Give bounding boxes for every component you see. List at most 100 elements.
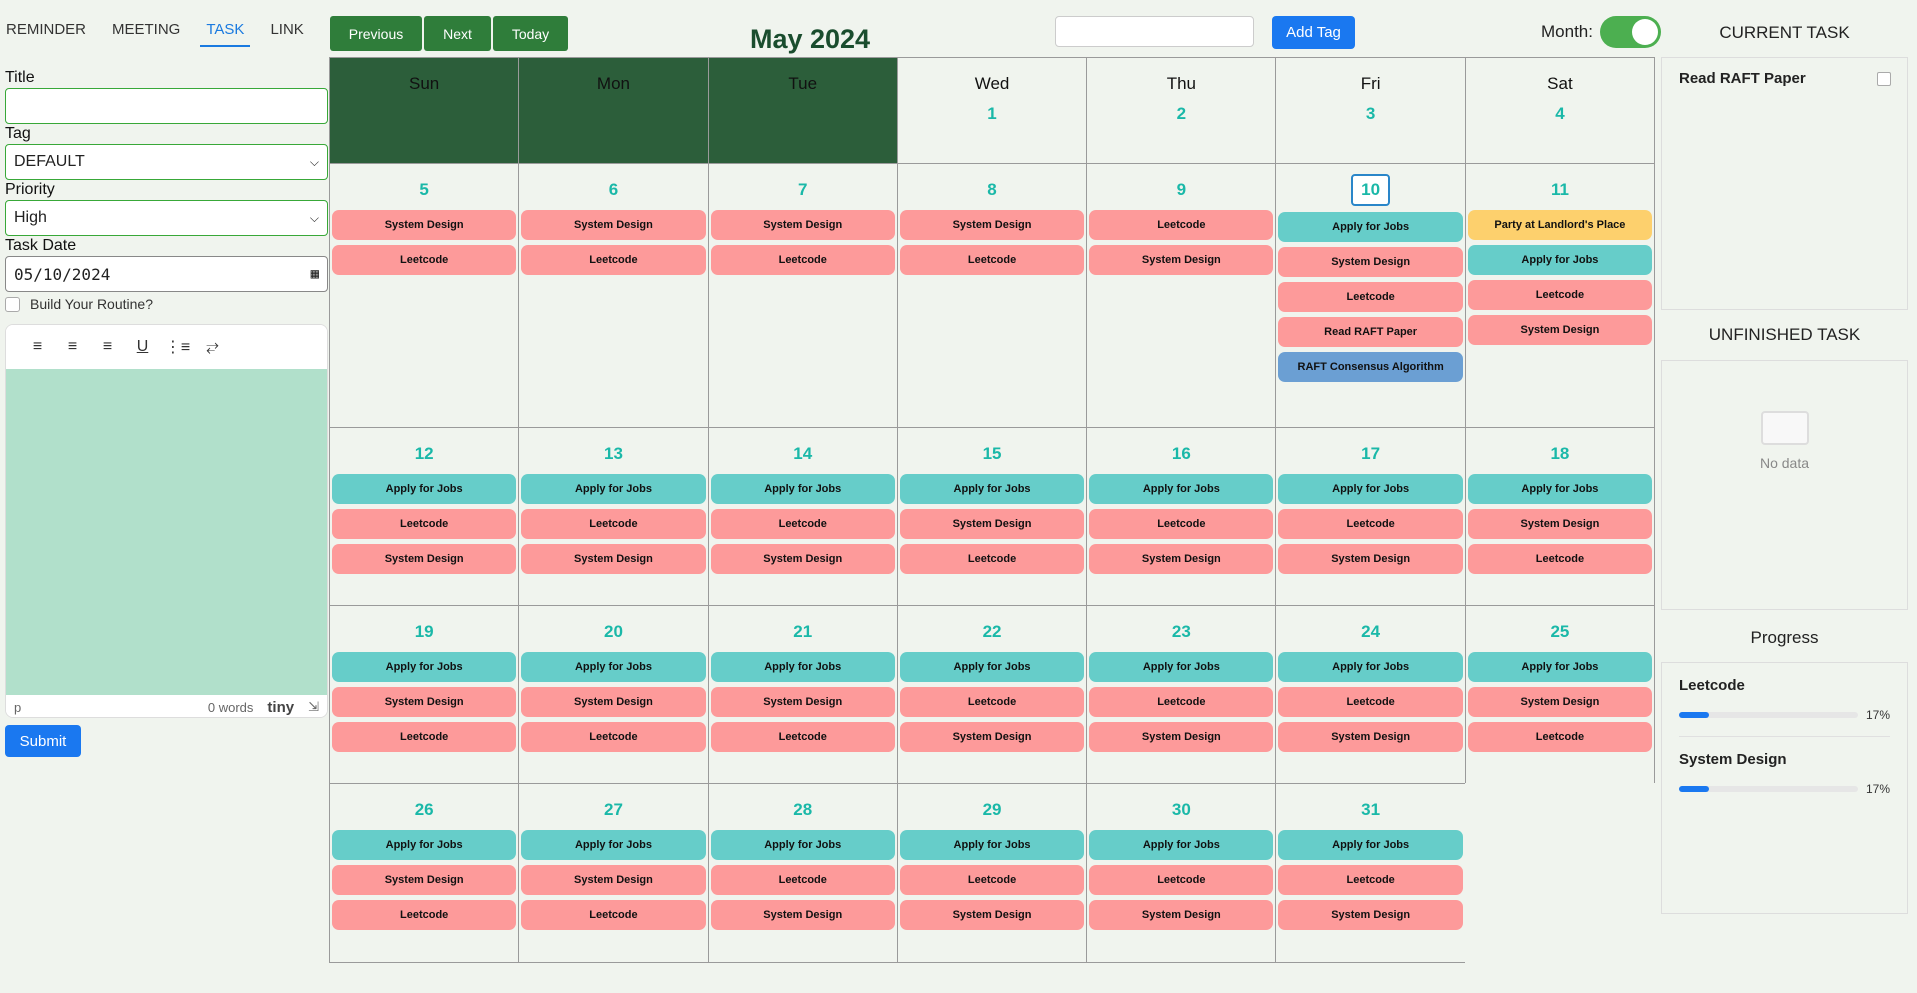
calendar-event[interactable]: Leetcode — [332, 722, 517, 752]
calendar-event[interactable]: System Design — [1089, 245, 1274, 275]
calendar-day-cell[interactable]: 10 Apply for Jobs System Design Leetcode Rea… — [1275, 163, 1466, 428]
previous-button[interactable]: Previous — [330, 16, 422, 51]
calendar-event[interactable]: System Design — [899, 900, 1085, 930]
submit-button[interactable]: Submit — [5, 725, 81, 757]
tab-task[interactable]: TASK — [200, 13, 251, 47]
underline-icon[interactable]: U — [125, 332, 160, 362]
calendar-event[interactable]: Leetcode — [1467, 280, 1653, 310]
calendar-event[interactable]: Leetcode — [1278, 687, 1463, 717]
calendar-event[interactable]: Apply for Jobs — [1278, 474, 1463, 504]
calendar-event[interactable]: RAFT Consensus Algorithm — [1278, 352, 1463, 382]
calendar-event[interactable]: System Design — [1467, 687, 1653, 717]
routine-checkbox[interactable] — [5, 296, 20, 312]
calendar-event[interactable]: Leetcode — [1467, 544, 1653, 574]
calendar-event[interactable]: Apply for Jobs — [1278, 830, 1463, 860]
calendar-day-cell[interactable]: 31 Apply for Jobs Leetcode System Design — [1275, 783, 1466, 963]
calendar-event[interactable]: System Design — [710, 900, 895, 930]
calendar-event[interactable]: System Design — [1278, 900, 1463, 930]
calendar-event[interactable]: Apply for Jobs — [710, 830, 895, 860]
calendar-day-cell[interactable]: 11 Party at Landlord's Place Apply for Job… — [1464, 163, 1656, 428]
calendar-event[interactable]: Apply for Jobs — [1467, 652, 1653, 682]
calendar-day-cell[interactable]: 12 Apply for Jobs Leetcode System Design — [329, 427, 520, 606]
calendar-event[interactable]: Leetcode — [1089, 865, 1274, 895]
calendar-event[interactable]: Apply for Jobs — [1278, 652, 1463, 682]
calendar-event[interactable]: System Design — [1278, 247, 1463, 277]
calendar-day-cell[interactable]: 14 Apply for Jobs Leetcode System Design — [707, 427, 898, 606]
calendar-day-cell[interactable]: Fri 3 — [1275, 57, 1466, 164]
calendar-event[interactable]: System Design — [899, 210, 1085, 240]
calendar-day-cell[interactable]: 19 Apply for Jobs System Design Leetcode — [329, 605, 520, 784]
calendar-event[interactable]: Party at Landlord's Place — [1467, 210, 1653, 240]
calendar-event[interactable]: Apply for Jobs — [710, 652, 895, 682]
calendar-day-cell[interactable]: Tue — [707, 57, 898, 164]
calendar-day-cell[interactable]: Sun — [329, 57, 520, 164]
calendar-event[interactable]: Leetcode — [1278, 282, 1463, 312]
calendar-event[interactable]: System Design — [1278, 544, 1463, 574]
calendar-event[interactable]: System Design — [1278, 722, 1463, 752]
editor-body[interactable] — [6, 369, 327, 695]
calendar-event[interactable]: Leetcode — [332, 900, 517, 930]
calendar-day-cell[interactable]: 29 Apply for Jobs Leetcode System Design — [896, 783, 1088, 963]
calendar-event[interactable]: Leetcode — [1089, 509, 1274, 539]
calendar-event[interactable]: Read RAFT Paper — [1278, 317, 1463, 347]
calendar-event[interactable]: System Design — [899, 509, 1085, 539]
calendar-day-cell[interactable]: 5 System Design Leetcode — [329, 163, 520, 428]
align-left-icon[interactable]: ≡ — [20, 332, 55, 362]
fullscreen-icon[interactable]: ⥂ — [195, 332, 230, 362]
calendar-event[interactable]: Apply for Jobs — [521, 652, 706, 682]
priority-select[interactable]: High ⌵ — [5, 200, 328, 236]
calendar-day-cell[interactable]: 27 Apply for Jobs System Design Leetcode — [518, 783, 709, 963]
calendar-event[interactable]: Leetcode — [1278, 509, 1463, 539]
calendar-day-cell[interactable]: 18 Apply for Jobs System Design Leetcode — [1464, 427, 1656, 606]
calendar-event[interactable]: System Design — [710, 210, 895, 240]
calendar-event[interactable]: Leetcode — [899, 544, 1085, 574]
calendar-day-cell[interactable]: 23 Apply for Jobs Leetcode System Design — [1086, 605, 1277, 784]
calendar-event[interactable]: System Design — [332, 687, 517, 717]
calendar-day-cell[interactable]: 22 Apply for Jobs Leetcode System Design — [896, 605, 1088, 784]
calendar-event[interactable]: System Design — [710, 687, 895, 717]
calendar-day-cell[interactable]: 30 Apply for Jobs Leetcode System Design — [1086, 783, 1277, 963]
calendar-event[interactable]: Apply for Jobs — [899, 474, 1085, 504]
calendar-event[interactable]: Leetcode — [1467, 722, 1653, 752]
calendar-day-cell[interactable]: 28 Apply for Jobs Leetcode System Design — [707, 783, 898, 963]
calendar-event[interactable]: Apply for Jobs — [1089, 652, 1274, 682]
month-view-toggle[interactable] — [1600, 16, 1661, 48]
calendar-event[interactable]: Apply for Jobs — [710, 474, 895, 504]
calendar-event[interactable]: Leetcode — [332, 245, 517, 275]
calendar-day-cell[interactable]: 13 Apply for Jobs Leetcode System Design — [518, 427, 709, 606]
calendar-event[interactable]: Leetcode — [710, 245, 895, 275]
calendar-event[interactable]: Apply for Jobs — [1089, 830, 1274, 860]
tab-link[interactable]: LINK — [264, 13, 309, 47]
calendar-day-cell[interactable]: 26 Apply for Jobs System Design Leetcode — [329, 783, 520, 963]
current-task-checkbox[interactable] — [1877, 71, 1891, 86]
tab-meeting[interactable]: MEETING — [106, 13, 186, 47]
calendar-event[interactable]: Apply for Jobs — [521, 830, 706, 860]
tab-reminder[interactable]: REMINDER — [0, 13, 92, 47]
add-tag-button[interactable]: Add Tag — [1272, 16, 1355, 49]
calendar-day-cell[interactable]: Mon — [518, 57, 709, 164]
task-date-input[interactable]: 05/10/2024 ▦ — [5, 256, 328, 292]
calendar-event[interactable]: System Design — [332, 865, 517, 895]
calendar-event[interactable]: System Design — [710, 544, 895, 574]
calendar-event[interactable]: Apply for Jobs — [899, 652, 1085, 682]
calendar-event[interactable]: Leetcode — [710, 509, 895, 539]
calendar-day-cell[interactable]: Sat 4 — [1464, 57, 1656, 164]
title-input[interactable] — [5, 88, 328, 124]
tag-name-input[interactable] — [1055, 16, 1254, 47]
calendar-event[interactable]: System Design — [521, 687, 706, 717]
calendar-event[interactable]: Leetcode — [332, 509, 517, 539]
calendar-event[interactable]: Leetcode — [899, 245, 1085, 275]
calendar-day-cell[interactable]: 24 Apply for Jobs Leetcode System Design — [1275, 605, 1466, 784]
tag-select[interactable]: DEFAULT ⌵ — [5, 144, 328, 180]
calendar-event[interactable]: Apply for Jobs — [1278, 212, 1463, 242]
calendar-event[interactable]: Leetcode — [710, 865, 895, 895]
calendar-day-cell[interactable]: 6 System Design Leetcode — [518, 163, 709, 428]
calendar-event[interactable]: Leetcode — [521, 509, 706, 539]
tiny-logo[interactable]: tiny — [267, 699, 294, 716]
calendar-day-cell[interactable]: 15 Apply for Jobs System Design Leetcode — [896, 427, 1088, 606]
calendar-day-cell[interactable]: 17 Apply for Jobs Leetcode System Design — [1275, 427, 1466, 606]
calendar-event[interactable]: Leetcode — [1089, 687, 1274, 717]
calendar-event[interactable]: System Design — [1089, 900, 1274, 930]
calendar-day-cell[interactable]: 8 System Design Leetcode — [896, 163, 1088, 428]
calendar-event[interactable]: Leetcode — [521, 722, 706, 752]
